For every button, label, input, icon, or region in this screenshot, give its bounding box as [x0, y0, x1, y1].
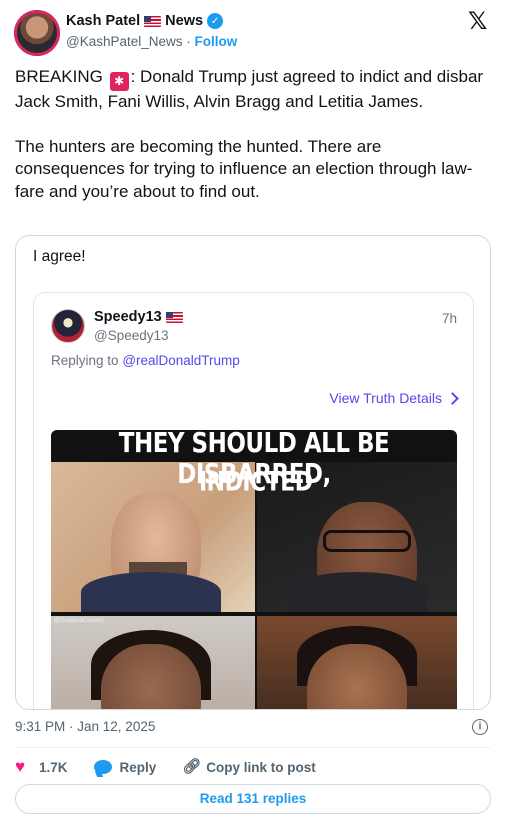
meme-panel-bottom-right [257, 616, 457, 709]
author-name[interactable]: Kash Patel [66, 13, 140, 29]
author-handle-row: @KashPatel_News · Follow [66, 34, 237, 49]
verified-badge-icon: ✓ [207, 13, 224, 29]
view-truth-details-link[interactable]: View Truth Details [329, 390, 459, 406]
reply-bubble-icon [93, 760, 112, 774]
view-truth-details-label[interactable]: View Truth Details [329, 390, 442, 406]
tweet-paragraph-1: BREAKING ✱: Donald Trump just agreed to … [15, 66, 485, 114]
meme-suit [81, 572, 221, 612]
read-replies-button[interactable]: Read 131 replies [15, 784, 491, 814]
quoted-post[interactable]: I agree! Speedy13 @Speedy13 7h Replying … [15, 235, 491, 710]
truth-time: 7h [441, 311, 457, 326]
truth-name-row[interactable]: Speedy13 [94, 309, 183, 325]
author-name-suffix[interactable]: News [165, 13, 203, 29]
truth-social-embed[interactable]: Speedy13 @Speedy13 7h Replying to @realD… [33, 292, 474, 709]
author-handle[interactable]: @KashPatel_News [66, 34, 183, 49]
heart-icon: ♥ [15, 757, 26, 776]
copy-link-button[interactable]: 🔗︎ Copy link to post [182, 759, 316, 775]
handle-separator: · [186, 34, 191, 49]
chevron-right-icon [446, 391, 459, 405]
copy-link-label: Copy link to post [206, 759, 316, 775]
divider [15, 747, 491, 748]
siren-icon: ✱ [109, 72, 129, 91]
tweet-paragraph-2: The hunters are becoming the hunted. The… [15, 136, 473, 201]
us-flag-icon [144, 15, 162, 27]
meme-subtitle: INDICTED [199, 467, 313, 498]
author-avatar[interactable] [14, 10, 60, 56]
info-icon[interactable]: i [472, 719, 488, 735]
truth-avatar[interactable] [51, 309, 85, 343]
meme-panel-bottom-left [51, 616, 255, 709]
replying-prefix: Replying to [51, 353, 119, 368]
tweet-text: BREAKING ✱: Donald Trump just agreed to … [15, 66, 485, 203]
action-bar: ♥ 1.7K Reply 🔗︎ Copy link to post [15, 757, 342, 777]
author-name-row[interactable]: Kash Patel News ✓ [66, 13, 224, 29]
meme-watermark: @GoldandCountry [54, 618, 104, 624]
like-button[interactable]: ♥ 1.7K [15, 757, 68, 776]
meme-glasses [323, 530, 411, 552]
us-flag-icon [165, 311, 183, 323]
truth-name[interactable]: Speedy13 [94, 309, 162, 325]
tweet-card: Kash Patel News ✓ @KashPatel_News · Foll… [0, 0, 507, 829]
truth-handle[interactable]: @Speedy13 [94, 328, 169, 343]
reply-button[interactable]: Reply [93, 759, 157, 775]
tweet-breaking: BREAKING [15, 67, 103, 86]
post-timestamp[interactable]: 9:31 PM · Jan 12, 2025 [15, 719, 155, 734]
truth-replying-to: Replying to @realDonaldTrump [51, 353, 240, 368]
meme-suit [287, 572, 427, 612]
truth-meme-image[interactable]: THEY SHOULD ALL BE DISBARRED, INDICTED @… [51, 430, 457, 709]
quoted-post-text: I agree! [33, 248, 86, 265]
follow-button[interactable]: Follow [195, 34, 238, 49]
like-count: 1.7K [39, 759, 68, 775]
x-logo-icon[interactable]: 𝕏 [468, 10, 492, 34]
link-icon: 🔗︎ [182, 758, 202, 775]
reply-label: Reply [119, 759, 157, 775]
replying-mention-link[interactable]: @realDonaldTrump [122, 353, 240, 368]
